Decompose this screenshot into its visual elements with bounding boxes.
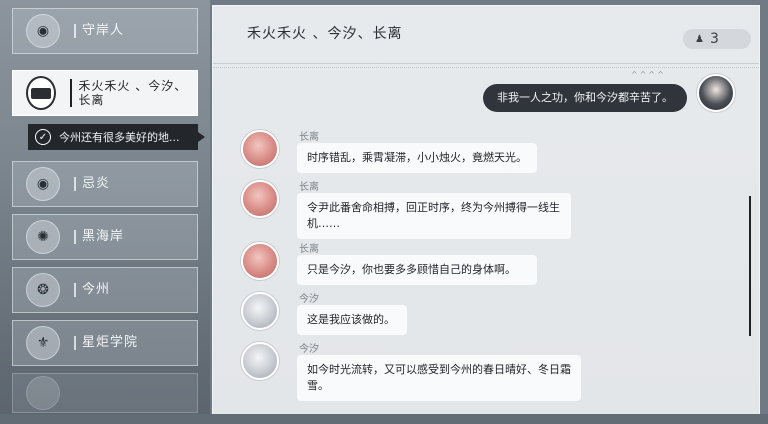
participant-counter[interactable]: ♟ 3 bbox=[683, 29, 751, 49]
header-divider bbox=[213, 67, 759, 71]
message-text: 只是今汐，你也要多多顾惜自己的身体啊。 bbox=[307, 263, 516, 276]
portrait-icon bbox=[26, 376, 60, 410]
speaker-avatar-jinhsi[interactable] bbox=[241, 342, 279, 380]
contact-label: 今州 bbox=[74, 283, 110, 297]
chat-title: 禾火禾火 、今汐、长离 bbox=[247, 26, 403, 42]
speaker-avatar-changli[interactable] bbox=[241, 242, 279, 280]
message-bubble: 只是今汐，你也要多多顾惜自己的身体啊。 bbox=[297, 255, 537, 285]
chat-panel: 禾火禾火 、今汐、长离 ♟ 3 ^^^^ 非我一人之功，你和今汐都辛苦了。 长离… bbox=[212, 5, 760, 417]
message-bubble-outgoing: 非我一人之功，你和今汐都辛苦了。 bbox=[483, 84, 687, 112]
contact-label: 星炬学院 bbox=[74, 336, 138, 350]
contact-label: 禾火禾火 、今汐、长离 bbox=[70, 79, 197, 107]
scrollbar[interactable] bbox=[749, 196, 751, 336]
contact-item-group-chat[interactable]: 禾火禾火 、今汐、长离 bbox=[12, 70, 198, 116]
emblem-icon: ✺ bbox=[26, 220, 60, 254]
portrait-icon: ◉ bbox=[26, 167, 60, 201]
decoration-chevrons-icon: ^^^^ bbox=[631, 70, 666, 79]
message-bubble: 如今时光流转，又可以感受到今州的春日晴好、冬日霜雪。 bbox=[297, 355, 581, 401]
message-bubble: 时序错乱，乘霄凝滞，小小烛火，竟燃天光。 bbox=[297, 143, 537, 173]
message-text: 非我一人之功，你和今汐都辛苦了。 bbox=[497, 91, 673, 104]
contact-item-jiyan[interactable]: ◉ 忌炎 bbox=[12, 161, 198, 207]
player-avatar[interactable] bbox=[697, 74, 735, 112]
speaker-name: 今汐 bbox=[299, 344, 319, 355]
speaker-avatar-changli[interactable] bbox=[241, 130, 279, 168]
contact-item-jinzhou[interactable]: ❂ 今州 bbox=[12, 267, 198, 313]
portrait-icon: ◉ bbox=[26, 14, 60, 48]
speaker-name: 长离 bbox=[299, 132, 319, 143]
participants-icon: ♟ bbox=[695, 33, 704, 45]
contact-item-black-shores[interactable]: ✺ 黑海岸 bbox=[12, 214, 198, 260]
speaker-name: 今汐 bbox=[299, 294, 319, 305]
contact-sidebar: ◉ 守岸人 禾火禾火 、今汐、长离 ✓ 今州还有很多美好的地... ◉ 忌炎 ✺… bbox=[0, 0, 210, 424]
speaker-name: 长离 bbox=[299, 182, 319, 193]
message-text: 如今时光流转，又可以感受到今州的春日晴好、冬日霜雪。 bbox=[307, 363, 571, 392]
contact-item-shouanren[interactable]: ◉ 守岸人 bbox=[12, 8, 198, 54]
emblem-icon: ⚜ bbox=[26, 326, 60, 360]
message-bubble: 令尹此番舍命相搏，回正时序，终为今州搏得一线生机…… bbox=[297, 193, 571, 239]
chat-header: 禾火禾火 、今汐、长离 ♟ 3 bbox=[213, 6, 759, 64]
group-chat-icon bbox=[26, 76, 57, 110]
contact-label: 黑海岸 bbox=[74, 230, 124, 244]
message-bubble: 这是我应该做的。 bbox=[297, 305, 407, 335]
speaker-avatar-changli[interactable] bbox=[241, 180, 279, 218]
speaker-name: 长离 bbox=[299, 244, 319, 255]
message-text: 时序错乱，乘霄凝滞，小小烛火，竟燃天光。 bbox=[307, 151, 527, 164]
message-text: 令尹此番舍命相搏，回正时序，终为今州搏得一线生机…… bbox=[307, 201, 560, 230]
bottom-strip bbox=[0, 414, 768, 424]
subtopic-item[interactable]: ✓ 今州还有很多美好的地... bbox=[28, 124, 205, 150]
contact-label: 忌炎 bbox=[74, 177, 110, 191]
participant-count: 3 bbox=[709, 31, 719, 47]
message-text: 这是我应该做的。 bbox=[307, 313, 395, 326]
speaker-avatar-jinhsi[interactable] bbox=[241, 292, 279, 330]
contact-item-academy[interactable]: ⚜ 星炬学院 bbox=[12, 320, 198, 366]
check-icon: ✓ bbox=[35, 129, 51, 145]
contact-item-partial[interactable] bbox=[12, 373, 198, 413]
contact-label: 守岸人 bbox=[74, 24, 124, 38]
subtopic-label: 今州还有很多美好的地... bbox=[59, 131, 180, 144]
emblem-icon: ❂ bbox=[26, 273, 60, 307]
